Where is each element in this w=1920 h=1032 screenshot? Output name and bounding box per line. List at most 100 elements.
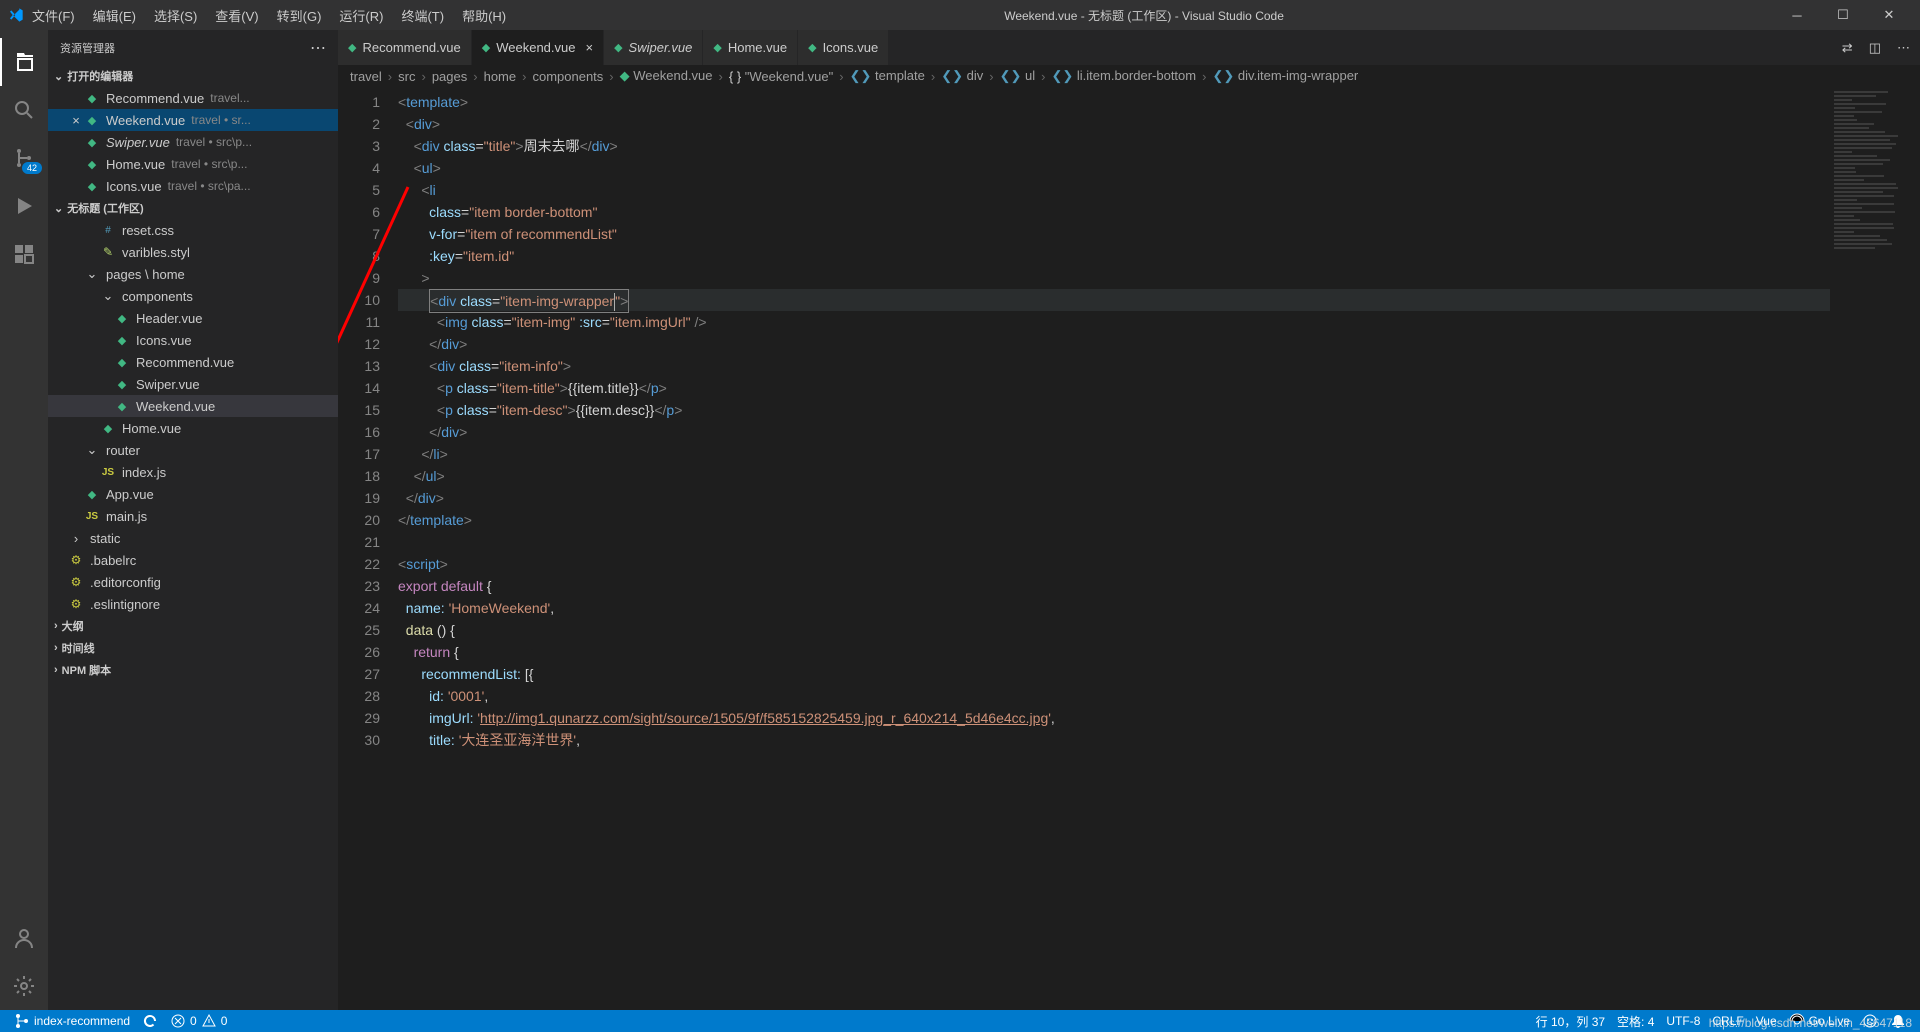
- file-detail: travel • src\p...: [171, 157, 247, 171]
- cursor-position[interactable]: 行 10，列 37: [1530, 1013, 1611, 1030]
- file-item[interactable]: #reset.css: [48, 219, 338, 241]
- file-item[interactable]: ◆Weekend.vue: [48, 395, 338, 417]
- file-item[interactable]: JSindex.js: [48, 461, 338, 483]
- more-icon[interactable]: ⋯: [310, 38, 326, 58]
- minimize-button[interactable]: ─: [1774, 0, 1820, 30]
- explorer-icon[interactable]: [0, 38, 48, 86]
- spaces-indicator[interactable]: 空格: 4: [1611, 1013, 1660, 1030]
- breadcrumb-item[interactable]: src: [398, 69, 415, 84]
- editor-tab[interactable]: ◆Icons.vue: [798, 30, 889, 65]
- folder-label: components: [122, 289, 193, 304]
- breadcrumb-item[interactable]: { } "Weekend.vue": [729, 69, 833, 84]
- breadcrumb-item[interactable]: ❮❯ ul: [1000, 68, 1036, 84]
- open-editor-item[interactable]: ×◆Weekend.vuetravel • sr...: [48, 109, 338, 131]
- sync-button[interactable]: [136, 1013, 164, 1029]
- encoding-indicator[interactable]: UTF-8: [1660, 1013, 1706, 1030]
- config-icon: ⚙: [68, 574, 84, 590]
- file-item[interactable]: ◆Home.vue: [48, 417, 338, 439]
- npm-scripts-header[interactable]: ›NPM 脚本: [48, 659, 338, 681]
- breadcrumb-item[interactable]: components: [532, 69, 603, 84]
- editor-tab[interactable]: ◆Swiper.vue: [604, 30, 703, 65]
- file-item[interactable]: ⚙.editorconfig: [48, 571, 338, 593]
- file-label: Recommend.vue: [136, 355, 234, 370]
- file-item[interactable]: ◆Swiper.vue: [48, 373, 338, 395]
- folder-item[interactable]: ⌄components: [48, 285, 338, 307]
- breadcrumb-item[interactable]: ❮❯ div.item-img-wrapper: [1212, 68, 1358, 84]
- config-icon: ⚙: [68, 552, 84, 568]
- file-detail: travel...: [210, 91, 249, 105]
- open-editors-header[interactable]: ⌄打开的编辑器: [48, 65, 338, 87]
- menu-item[interactable]: 帮助(H): [454, 2, 514, 29]
- compare-icon[interactable]: ⇄: [1842, 40, 1853, 56]
- code-content[interactable]: <template> <div> <div class="title">周末去哪…: [398, 87, 1830, 1010]
- close-icon[interactable]: ×: [68, 113, 84, 128]
- more-icon[interactable]: ⋯: [1897, 40, 1910, 56]
- account-icon[interactable]: [0, 914, 48, 962]
- menu-item[interactable]: 转到(G): [269, 2, 330, 29]
- timeline-header[interactable]: ›时间线: [48, 637, 338, 659]
- settings-icon[interactable]: [0, 962, 48, 1010]
- menu-item[interactable]: 选择(S): [146, 2, 205, 29]
- close-icon[interactable]: [68, 91, 84, 106]
- breadcrumb-item[interactable]: ❮❯ li.item.border-bottom: [1051, 68, 1196, 84]
- folder-item[interactable]: ⌄pages \ home: [48, 263, 338, 285]
- open-editor-item[interactable]: ◆Recommend.vuetravel...: [48, 87, 338, 109]
- breadcrumb-item[interactable]: ❮❯ div: [941, 68, 983, 84]
- vue-icon: ◆: [114, 354, 130, 370]
- editor-tab[interactable]: ◆Weekend.vue×: [472, 30, 604, 65]
- workspace-header[interactable]: ⌄无标题 (工作区): [48, 197, 338, 219]
- close-button[interactable]: ✕: [1866, 0, 1912, 30]
- outline-header[interactable]: ›大纲: [48, 615, 338, 637]
- close-icon[interactable]: [68, 157, 84, 172]
- file-item[interactable]: ✎varibles.styl: [48, 241, 338, 263]
- folder-item[interactable]: ⌄router: [48, 439, 338, 461]
- file-label: varibles.styl: [122, 245, 190, 260]
- open-editor-item[interactable]: ◆Swiper.vuetravel • src\p...: [48, 131, 338, 153]
- file-item[interactable]: ◆ Recommend.vue: [48, 351, 338, 373]
- tab-label: Home.vue: [728, 40, 787, 55]
- menu-bar: 文件(F)编辑(E)选择(S)查看(V)转到(G)运行(R)终端(T)帮助(H): [24, 2, 514, 29]
- breadcrumb-item[interactable]: ◆ Weekend.vue: [620, 68, 713, 84]
- menu-item[interactable]: 运行(R): [331, 2, 391, 29]
- vue-icon: ◆: [84, 178, 100, 194]
- vue-icon: ◆: [614, 41, 622, 54]
- breadcrumb-item[interactable]: ❮❯ template: [850, 68, 925, 84]
- folder-item[interactable]: ›static: [48, 527, 338, 549]
- menu-item[interactable]: 编辑(E): [85, 2, 144, 29]
- source-control-icon[interactable]: 42: [0, 134, 48, 182]
- split-editor-icon[interactable]: ◫: [1869, 40, 1881, 56]
- file-label: Icons.vue: [136, 333, 192, 348]
- file-detail: travel • src\p...: [176, 135, 252, 149]
- file-label: .babelrc: [90, 553, 136, 568]
- file-item[interactable]: JSmain.js: [48, 505, 338, 527]
- editor-tab[interactable]: ◆Recommend.vue: [338, 30, 472, 65]
- maximize-button[interactable]: ☐: [1820, 0, 1866, 30]
- close-icon[interactable]: [68, 179, 84, 194]
- editor-tab[interactable]: ◆Home.vue: [703, 30, 798, 65]
- file-item[interactable]: ◆App.vue: [48, 483, 338, 505]
- search-icon[interactable]: [0, 86, 48, 134]
- close-icon[interactable]: ×: [585, 40, 593, 55]
- file-item[interactable]: ⚙.eslintignore: [48, 593, 338, 615]
- menu-item[interactable]: 文件(F): [24, 2, 83, 29]
- menu-item[interactable]: 查看(V): [207, 2, 266, 29]
- tab-label: Weekend.vue: [496, 40, 575, 55]
- code-editor[interactable]: 1234567891011121314151617181920212223242…: [338, 87, 1920, 1010]
- file-item[interactable]: ⚙ .babelrc: [48, 549, 338, 571]
- menu-item[interactable]: 终端(T): [393, 2, 452, 29]
- breadcrumb-item[interactable]: pages: [432, 69, 467, 84]
- tab-label: Recommend.vue: [362, 40, 460, 55]
- open-editor-item[interactable]: ◆Icons.vuetravel • src\pa...: [48, 175, 338, 197]
- problems-indicator[interactable]: 0 0: [164, 1013, 233, 1029]
- breadcrumb[interactable]: travel›src›pages›home›components›◆ Weeke…: [338, 65, 1920, 87]
- branch-indicator[interactable]: index-recommend: [8, 1013, 136, 1029]
- minimap[interactable]: [1830, 87, 1920, 1010]
- open-editor-item[interactable]: ◆Home.vuetravel • src\p...: [48, 153, 338, 175]
- debug-icon[interactable]: [0, 182, 48, 230]
- extensions-icon[interactable]: [0, 230, 48, 278]
- file-item[interactable]: ◆Icons.vue: [48, 329, 338, 351]
- file-item[interactable]: ◆Header.vue: [48, 307, 338, 329]
- breadcrumb-item[interactable]: home: [484, 69, 517, 84]
- breadcrumb-item[interactable]: travel: [350, 69, 382, 84]
- close-icon[interactable]: [68, 135, 84, 150]
